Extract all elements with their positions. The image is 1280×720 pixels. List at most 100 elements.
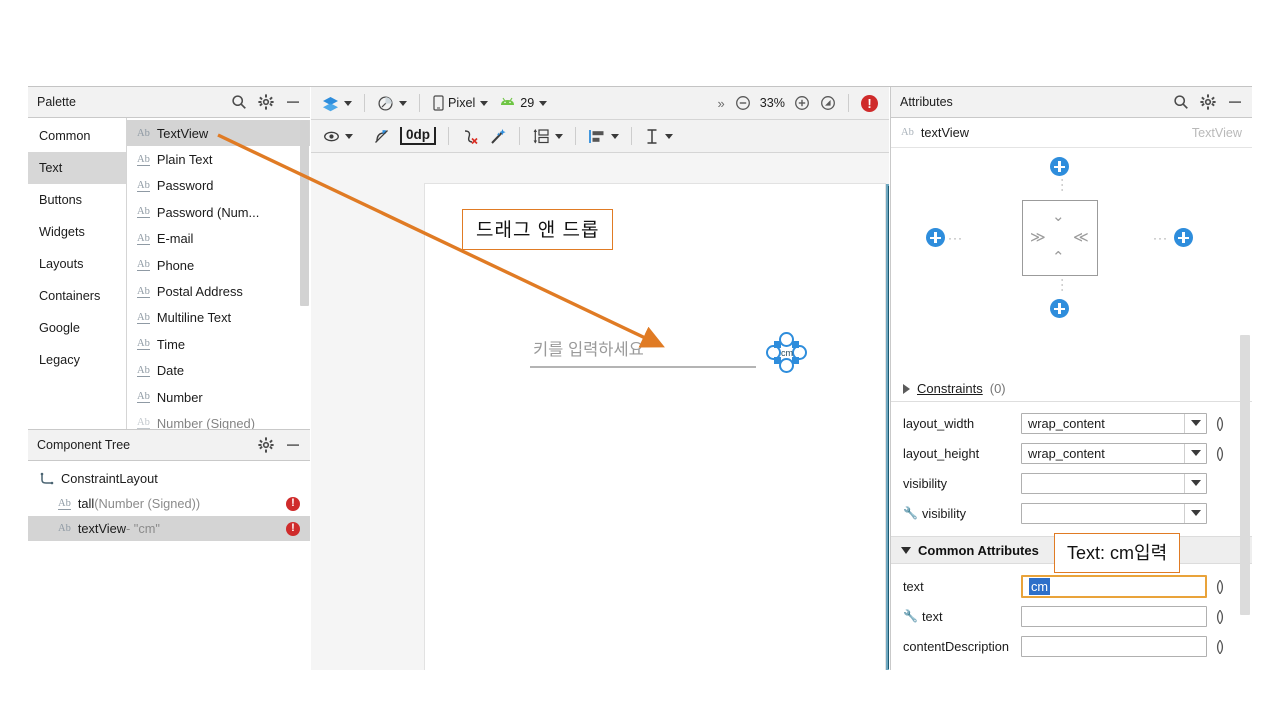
palette-item-email[interactable]: AbE-mail bbox=[127, 226, 310, 252]
text-input[interactable]: cm bbox=[1021, 575, 1207, 598]
default-margin-button[interactable]: 0dp bbox=[395, 124, 441, 149]
api-selector[interactable]: 29 bbox=[493, 91, 552, 116]
tree-node-constraintlayout[interactable]: ConstraintLayout bbox=[28, 466, 310, 491]
attributes-header: Attributes bbox=[891, 87, 1252, 118]
dropdown-button[interactable] bbox=[1184, 444, 1206, 463]
add-right-constraint-button[interactable] bbox=[1174, 228, 1193, 247]
clear-constraints-button[interactable] bbox=[456, 124, 484, 149]
layout-width-select[interactable]: wrap_content bbox=[1021, 413, 1207, 434]
visibility-select[interactable] bbox=[1021, 473, 1207, 494]
resource-picker-icon[interactable]: () bbox=[1216, 638, 1222, 655]
palette-item-phone[interactable]: AbPhone bbox=[127, 252, 310, 278]
palette-scrollbar[interactable] bbox=[300, 120, 309, 306]
palette-item-plain-text[interactable]: AbPlain Text bbox=[127, 146, 310, 172]
gear-icon[interactable] bbox=[258, 437, 274, 453]
resource-picker-icon[interactable]: () bbox=[1216, 445, 1222, 462]
error-badge[interactable] bbox=[286, 497, 300, 511]
search-icon[interactable] bbox=[1173, 94, 1189, 110]
attributes-scrollbar[interactable] bbox=[1240, 335, 1250, 615]
constraint-widget[interactable]: ··· ··· ··· ··· ⌄ ⌃ ≫ ≪ bbox=[891, 148, 1252, 376]
wrench-icon: 🔧 bbox=[903, 609, 918, 623]
add-bottom-constraint-button[interactable] bbox=[1050, 299, 1069, 318]
blueprint-view[interactable] bbox=[886, 184, 889, 670]
constraint-widget-box[interactable]: ⌄ ⌃ ≫ ≪ bbox=[1022, 200, 1098, 276]
palette-item-multiline-text[interactable]: AbMultiline Text bbox=[127, 305, 310, 331]
attr-label: visibility bbox=[903, 476, 1021, 491]
tree-node-label: tall(Number (Signed)) bbox=[78, 496, 286, 511]
search-icon[interactable] bbox=[231, 94, 247, 110]
chevron-right-icon[interactable] bbox=[903, 384, 910, 394]
zoom-out-button[interactable] bbox=[730, 91, 756, 116]
device-preview[interactable]: 키를 입력하세요 cm bbox=[425, 184, 885, 670]
palette-item-postal-address[interactable]: AbPostal Address bbox=[127, 278, 310, 304]
toolbar-overflow-button[interactable]: » bbox=[713, 91, 730, 116]
palette-item-password[interactable]: AbPassword bbox=[127, 173, 310, 199]
palette-item-date[interactable]: AbDate bbox=[127, 358, 310, 384]
chevron-right-icon[interactable]: ≫ bbox=[1030, 228, 1046, 246]
resource-picker-icon[interactable]: () bbox=[1216, 608, 1222, 625]
section-label: Common Attributes bbox=[918, 543, 1039, 558]
chevron-up-icon[interactable]: ⌃ bbox=[1052, 248, 1065, 266]
drag-and-drop-annotation: 드래그 앤 드롭 bbox=[462, 209, 613, 250]
palette-item-number-signed[interactable]: AbNumber (Signed) bbox=[127, 410, 310, 429]
align-button[interactable] bbox=[583, 124, 624, 149]
tree-node-tall[interactable]: Ab tall(Number (Signed)) bbox=[28, 491, 310, 516]
zoom-fit-button[interactable] bbox=[815, 91, 841, 116]
resource-picker-icon[interactable]: () bbox=[1216, 415, 1222, 432]
palette-category-text[interactable]: Text bbox=[28, 152, 126, 184]
palette-item-password-numeric[interactable]: AbPassword (Num... bbox=[127, 199, 310, 225]
chevron-left-icon[interactable]: ≪ bbox=[1073, 228, 1089, 246]
palette-category-common[interactable]: Common bbox=[28, 120, 126, 152]
pack-button[interactable] bbox=[527, 124, 568, 149]
design-mode-button[interactable] bbox=[317, 91, 357, 116]
chevron-down-icon bbox=[399, 101, 407, 106]
palette-item-number[interactable]: AbNumber bbox=[127, 384, 310, 410]
device-selector[interactable]: Pixel bbox=[427, 91, 493, 116]
dropdown-button[interactable] bbox=[1184, 474, 1206, 493]
guidelines-button[interactable] bbox=[639, 124, 678, 149]
content-description-input[interactable] bbox=[1021, 636, 1207, 657]
chevron-down-icon[interactable]: ⌄ bbox=[1052, 207, 1065, 225]
layout-height-select[interactable]: wrap_content bbox=[1021, 443, 1207, 464]
selected-textview-widget[interactable]: cm bbox=[766, 332, 808, 374]
toolbar-divider bbox=[575, 127, 576, 145]
minimize-icon[interactable] bbox=[285, 94, 301, 110]
palette-category-legacy[interactable]: Legacy bbox=[28, 344, 126, 376]
add-left-constraint-button[interactable] bbox=[926, 228, 945, 247]
palette-category-google[interactable]: Google bbox=[28, 312, 126, 344]
dropdown-button[interactable] bbox=[1184, 504, 1206, 523]
minimize-icon[interactable] bbox=[285, 437, 301, 453]
zoom-in-button[interactable] bbox=[789, 91, 815, 116]
palette-category-widgets[interactable]: Widgets bbox=[28, 216, 126, 248]
autoconnect-button[interactable] bbox=[368, 124, 395, 149]
error-badge[interactable] bbox=[286, 522, 300, 536]
constraints-section-header[interactable]: Constraints (0) bbox=[891, 376, 1252, 402]
palette-item-time[interactable]: AbTime bbox=[127, 331, 310, 357]
minimize-icon[interactable] bbox=[1227, 94, 1243, 110]
palette-category-layouts[interactable]: Layouts bbox=[28, 248, 126, 280]
palette-item-textview[interactable]: AbTextView bbox=[127, 120, 310, 146]
gear-icon[interactable] bbox=[258, 94, 274, 110]
infer-constraints-button[interactable] bbox=[484, 124, 512, 149]
attr-label: text bbox=[903, 579, 1021, 594]
gear-icon[interactable] bbox=[1200, 94, 1216, 110]
ab-icon: Ab bbox=[137, 233, 150, 245]
dropdown-button[interactable] bbox=[1184, 414, 1206, 433]
zoom-out-icon bbox=[735, 95, 751, 111]
error-button[interactable] bbox=[856, 91, 883, 116]
add-top-constraint-button[interactable] bbox=[1050, 157, 1069, 176]
palette-header: Palette bbox=[28, 87, 310, 118]
tools-text-input[interactable] bbox=[1021, 606, 1207, 627]
resource-picker-icon[interactable]: () bbox=[1216, 578, 1222, 595]
palette-category-containers[interactable]: Containers bbox=[28, 280, 126, 312]
component-tree-title: Component Tree bbox=[37, 438, 258, 452]
tools-visibility-select[interactable] bbox=[1021, 503, 1207, 524]
visibility-button[interactable] bbox=[318, 124, 358, 149]
tree-node-textview[interactable]: Ab textView- "cm" bbox=[28, 516, 310, 541]
attr-label: visibility bbox=[922, 506, 966, 521]
orientation-button[interactable] bbox=[372, 91, 412, 116]
palette-category-buttons[interactable]: Buttons bbox=[28, 184, 126, 216]
left-tool-column: Palette Common bbox=[28, 87, 310, 670]
zoom-fit-icon bbox=[820, 95, 836, 111]
chevron-down-icon[interactable] bbox=[901, 547, 911, 554]
